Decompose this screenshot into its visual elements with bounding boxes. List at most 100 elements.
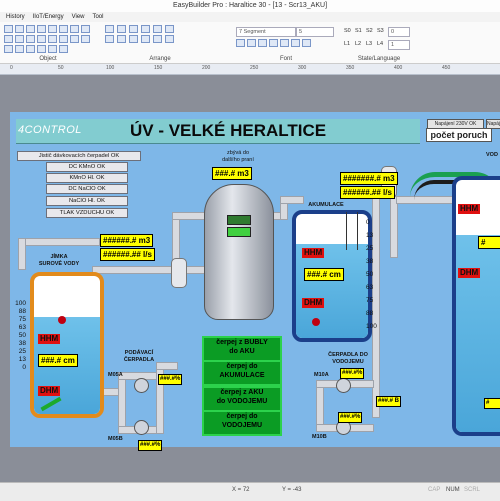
same-width-icon[interactable]	[141, 35, 150, 43]
chart-icon[interactable]	[48, 25, 57, 33]
flowmeter-icon	[171, 258, 187, 288]
text-align-right-icon[interactable]	[302, 39, 311, 47]
accumulation-alarm-lamp	[312, 318, 320, 326]
state-s3-button[interactable]: S3	[377, 27, 384, 35]
reservoir-level-value[interactable]: #	[478, 236, 500, 249]
align-right-icon[interactable]	[129, 25, 138, 33]
lang-l3-button[interactable]: L3	[366, 40, 372, 48]
text-align-left-icon[interactable]	[280, 39, 289, 47]
pump-m05a-icon[interactable]	[134, 378, 149, 393]
align-bottom-icon[interactable]	[129, 35, 138, 43]
circle-icon[interactable]	[26, 35, 35, 43]
pump-m10a-speed[interactable]: ###.#%	[340, 368, 365, 379]
menu-view[interactable]: View	[72, 12, 85, 22]
picture-icon[interactable]	[81, 25, 90, 33]
menu-tool[interactable]: Tool	[92, 12, 103, 22]
numeric-icon[interactable]	[59, 25, 68, 33]
pipe-icon[interactable]	[4, 45, 13, 53]
cursor-x: X = 72	[232, 487, 250, 493]
menu-iiot-energy[interactable]: IIoT/Energy	[33, 12, 64, 22]
state-value-input[interactable]: 0	[388, 27, 410, 37]
video-icon[interactable]	[59, 45, 68, 53]
status-bar: X = 72 Y = -43 CAP NUM SCRL	[0, 482, 500, 501]
text-align-center-icon[interactable]	[291, 39, 300, 47]
pump-m05b-icon[interactable]	[134, 420, 149, 435]
status-dosing-pump-breaker: Jistič dávkovacích čerpadel OK	[17, 151, 141, 161]
scale-icon[interactable]	[59, 35, 68, 43]
sump-flow-rate[interactable]: ######.## l/s	[100, 248, 155, 261]
accumulation-scale: 0 13 25 38 50 63 75 88 100	[366, 216, 380, 333]
pump-to-accumulation-button[interactable]: čerpej do AKUMULACE	[202, 360, 282, 386]
pressure-value[interactable]: ###.# B	[376, 396, 402, 407]
sump-flow-total[interactable]: ######.# m3	[100, 234, 154, 247]
group-icon[interactable]	[165, 25, 174, 33]
ungroup-icon[interactable]	[165, 35, 174, 43]
text-icon[interactable]	[70, 25, 79, 33]
accumulation-flow-total[interactable]: #######.# m3	[340, 172, 398, 185]
align-top-icon[interactable]	[105, 35, 114, 43]
pump-bubble-to-aku-button[interactable]: čerpej z BUBLY do AKU	[202, 336, 282, 362]
state-s0-button[interactable]: S0	[344, 27, 351, 35]
ruler-tick: 100	[106, 65, 115, 71]
arrange-icons	[105, 25, 215, 53]
pump-to-reservoir-button[interactable]: čerpej do VODOJEMU	[202, 410, 282, 436]
word-lamp-icon[interactable]	[15, 25, 24, 33]
accumulation-level-value[interactable]: ###.# cm	[304, 268, 344, 281]
send-back-icon[interactable]	[153, 25, 162, 33]
recipe-icon[interactable]	[48, 45, 57, 53]
same-height-icon[interactable]	[153, 35, 162, 43]
gauge-icon[interactable]	[15, 45, 24, 53]
alarm-icon[interactable]	[37, 45, 46, 53]
underline-icon[interactable]	[258, 39, 267, 47]
font-size-select[interactable]: 5	[296, 27, 334, 37]
caps-indicator: CAP	[428, 487, 441, 493]
rectangle-icon[interactable]	[15, 35, 24, 43]
pump-m05b-speed[interactable]: ###.#%	[138, 440, 163, 451]
menu-history[interactable]: History	[6, 12, 25, 22]
line-icon[interactable]	[4, 35, 13, 43]
status-naclo-level: NaClO Hl. OK	[46, 196, 128, 206]
accumulation-label: AKUMULACE	[308, 202, 344, 208]
reservoir-secondary-value[interactable]: #	[484, 398, 500, 409]
lang-l1-button[interactable]: L1	[344, 40, 350, 48]
next-wash-volume[interactable]: ###.# m3	[212, 167, 252, 180]
pump-m10b-label: M10B	[312, 434, 327, 440]
scale-label: 100	[15, 300, 26, 307]
raw-water-sump-tank[interactable]	[30, 272, 104, 418]
pipe	[118, 372, 126, 434]
table-icon[interactable]	[70, 35, 79, 43]
accumulation-flow-rate[interactable]: ######.## l/s	[340, 186, 395, 199]
font-color-icon[interactable]	[269, 39, 278, 47]
polygon-icon[interactable]	[48, 35, 57, 43]
state-s1-button[interactable]: S1	[355, 27, 362, 35]
group-label-font: Font	[279, 56, 292, 62]
vessel-indicator-1	[227, 215, 251, 225]
pump-m10b-speed[interactable]: ###.#%	[338, 412, 363, 423]
filter-vessel[interactable]	[204, 184, 274, 320]
lang-l2-button[interactable]: L2	[355, 40, 361, 48]
trend-icon[interactable]	[26, 45, 35, 53]
align-center-icon[interactable]	[117, 25, 126, 33]
status-air-pressure: TLAK VZDUCHU OK	[46, 208, 128, 218]
language-value-input[interactable]: 1	[388, 40, 410, 50]
align-left-icon[interactable]	[105, 25, 114, 33]
bit-lamp-icon[interactable]	[4, 25, 13, 33]
state-s2-button[interactable]: S2	[366, 27, 373, 35]
fault-count-label[interactable]: počet poruch	[426, 128, 492, 142]
sump-level-value[interactable]: ###.# cm	[38, 354, 78, 367]
font-name-select[interactable]: 7 Segment	[236, 27, 296, 37]
pump-aku-to-reservoir-button[interactable]: čerpej z AKU do VODOJEMU	[202, 386, 282, 412]
bring-front-icon[interactable]	[141, 25, 150, 33]
pump-m05a-speed[interactable]: ###.#%	[158, 374, 183, 385]
bold-icon[interactable]	[236, 39, 245, 47]
italic-icon[interactable]	[247, 39, 256, 47]
data-icon[interactable]	[81, 35, 90, 43]
arc-icon[interactable]	[37, 35, 46, 43]
vessel-indicator-2	[227, 227, 251, 237]
lang-l4-button[interactable]: L4	[377, 40, 383, 48]
switch-icon[interactable]	[26, 25, 35, 33]
reservoir-tank[interactable]	[452, 176, 500, 436]
folder-icon[interactable]	[37, 25, 46, 33]
pump-m10a-icon[interactable]	[336, 378, 351, 393]
align-middle-icon[interactable]	[117, 35, 126, 43]
